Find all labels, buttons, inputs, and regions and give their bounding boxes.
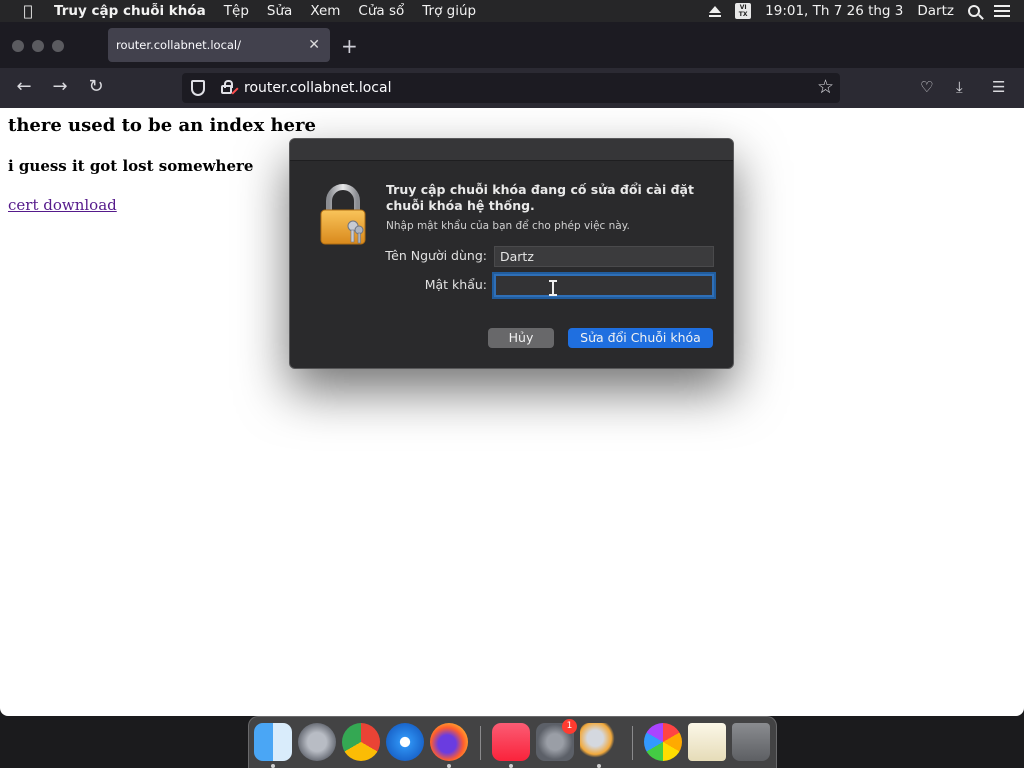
tab-close-icon[interactable]: ✕ <box>308 37 320 53</box>
back-icon[interactable]: ← <box>12 76 36 97</box>
notification-badge: 1 <box>562 719 577 734</box>
apple-menu-icon[interactable]:  <box>14 2 42 20</box>
cert-download-link[interactable]: cert download <box>8 196 117 214</box>
keychain-access-icon[interactable] <box>580 723 618 761</box>
menu-file[interactable]: Tệp <box>224 3 249 19</box>
new-tab-icon[interactable]: + <box>341 34 358 58</box>
spotlight-search-icon[interactable] <box>968 5 980 17</box>
text-cursor-icon <box>549 280 557 296</box>
clock[interactable]: 19:01, Th 7 26 thg 3 <box>765 3 903 19</box>
menu-window[interactable]: Cửa sổ <box>358 3 404 19</box>
dock-separator <box>632 726 633 760</box>
url-bar[interactable]: router.collabnet.local ☆ <box>182 73 840 103</box>
running-indicator <box>447 764 451 768</box>
running-indicator <box>271 764 275 768</box>
username-field[interactable] <box>494 246 714 267</box>
running-indicator <box>597 764 601 768</box>
photos-icon[interactable] <box>644 723 682 761</box>
page-subheading: i guess it got lost somewhere <box>8 157 254 175</box>
menu-edit[interactable]: Sửa <box>267 3 292 19</box>
hamburger-menu-icon[interactable]: ☰ <box>992 78 1005 96</box>
url-text[interactable]: router.collabnet.local <box>244 80 391 96</box>
password-label: Mật khẩu: <box>424 277 487 292</box>
dialog-titlebar <box>290 139 733 161</box>
control-center-icon[interactable] <box>994 5 1010 17</box>
window-zoom-button[interactable] <box>52 40 64 52</box>
dialog-message: Nhập mật khẩu của bạn để cho phép việc n… <box>386 220 630 232</box>
modify-keychain-button[interactable]: Sửa đổi Chuỗi khóa <box>568 328 713 348</box>
user-menu[interactable]: Dartz <box>917 3 954 19</box>
pocket-icon[interactable]: ♡ <box>920 78 933 96</box>
window-minimize-button[interactable] <box>32 40 44 52</box>
safari-icon[interactable] <box>386 723 424 761</box>
username-label: Tên Người dùng: <box>385 248 487 263</box>
reload-icon[interactable]: ↻ <box>84 76 108 97</box>
password-field[interactable] <box>494 274 714 297</box>
downloads-icon[interactable]: ⤓ <box>956 78 963 96</box>
padlock-keychain-icon <box>320 184 366 245</box>
app-menu[interactable]: Truy cập chuỗi khóa <box>54 3 206 19</box>
tracking-protection-shield-icon[interactable] <box>191 80 205 96</box>
dock: 1 <box>248 716 777 768</box>
window-close-button[interactable] <box>12 40 24 52</box>
page-heading: there used to be an index here <box>8 115 316 136</box>
running-indicator <box>509 764 513 768</box>
menu-view[interactable]: Xem <box>310 3 340 19</box>
eject-icon[interactable] <box>709 5 722 17</box>
certificate-icon[interactable] <box>688 723 726 761</box>
firefox-icon[interactable] <box>430 723 468 761</box>
chrome-icon[interactable] <box>342 723 380 761</box>
input-source-icon[interactable]: VI TX <box>735 3 752 19</box>
finder-icon[interactable] <box>254 723 292 761</box>
cancel-button[interactable]: Hủy <box>488 328 554 348</box>
tab-strip: router.collabnet.local/ ✕ + <box>0 22 1024 68</box>
bookmark-star-icon[interactable]: ☆ <box>817 76 834 98</box>
music-icon[interactable] <box>492 723 530 761</box>
tab-title: router.collabnet.local/ <box>116 38 242 52</box>
keychain-auth-dialog: Truy cập chuỗi khóa đang cố sửa đổi cài … <box>289 138 734 369</box>
menu-help[interactable]: Trợ giúp <box>422 3 476 19</box>
launchpad-icon[interactable] <box>298 723 336 761</box>
browser-tab[interactable]: router.collabnet.local/ ✕ <box>108 28 330 62</box>
insecure-lock-icon[interactable] <box>221 80 233 94</box>
dock-separator <box>480 726 481 760</box>
forward-icon[interactable]: → <box>48 76 72 97</box>
navigation-toolbar: ← → ↻ router.collabnet.local ☆ ♡ ⤓ ☰ <box>0 68 1024 108</box>
menu-bar:  Truy cập chuỗi khóa Tệp Sửa Xem Cửa sổ… <box>0 0 1024 22</box>
dialog-title: Truy cập chuỗi khóa đang cố sửa đổi cài … <box>386 182 694 213</box>
trash-icon[interactable] <box>732 723 770 761</box>
